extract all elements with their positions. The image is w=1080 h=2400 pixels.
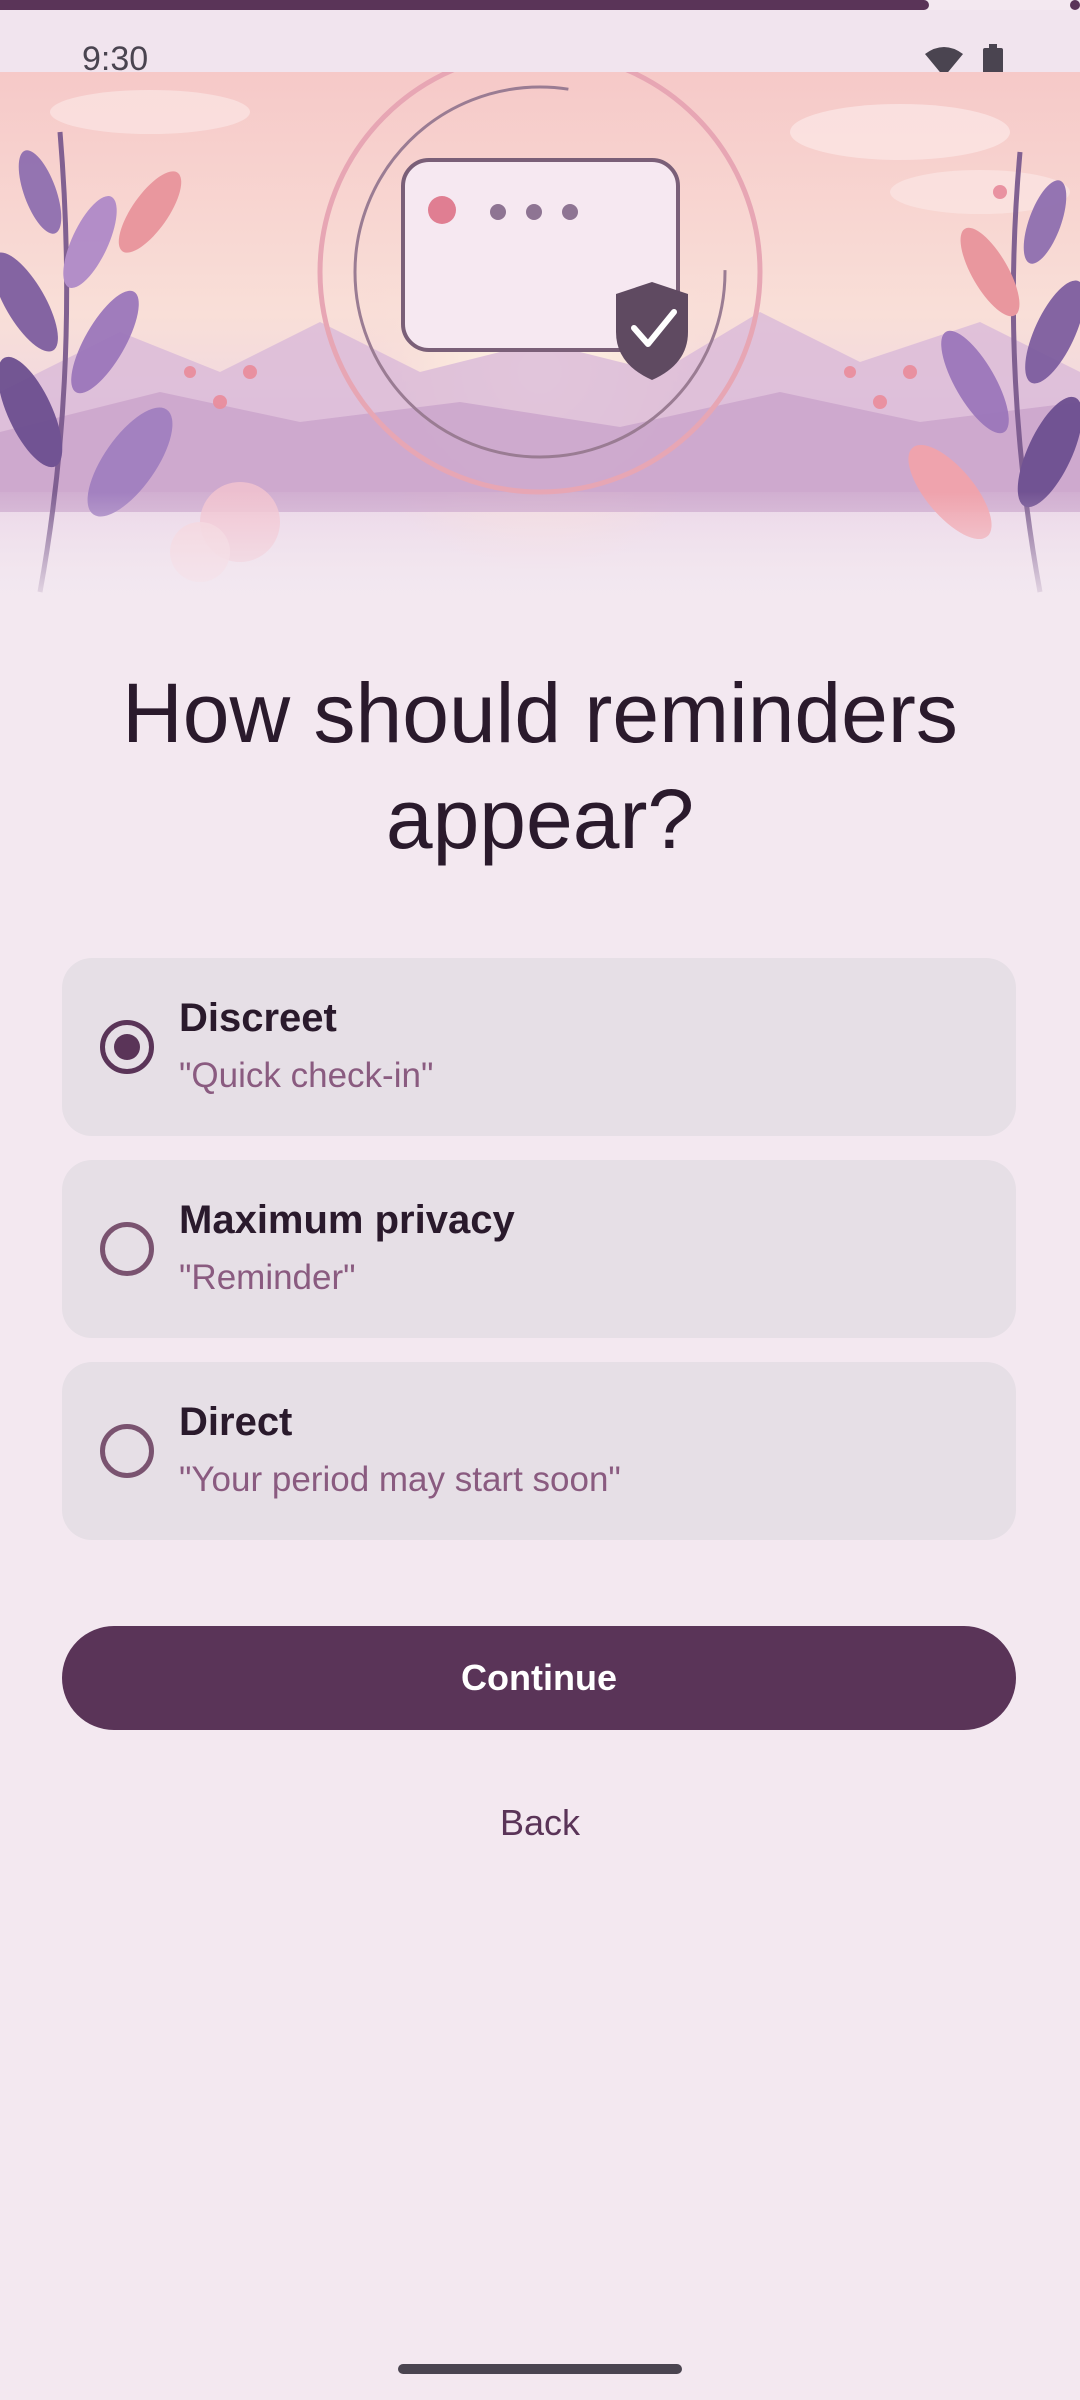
radio-button[interactable]: [100, 1424, 154, 1478]
page-title: How should reminders appear?: [122, 666, 958, 866]
reminder-style-options: Discreet "Quick check-in" Maximum privac…: [62, 958, 1016, 1564]
status-bar: 9:30: [0, 10, 1080, 80]
onboarding-progress-bar: [0, 0, 1080, 10]
option-label: Discreet: [179, 996, 337, 1040]
option-example: "Quick check-in": [179, 1056, 434, 1095]
continue-button[interactable]: Continue: [62, 1626, 1016, 1730]
hero-illustration: [0, 72, 1080, 612]
option-discreet[interactable]: Discreet "Quick check-in": [62, 958, 1016, 1136]
radio-button[interactable]: [100, 1020, 154, 1074]
option-example: "Reminder": [179, 1258, 356, 1297]
progress-fill: [0, 0, 929, 10]
home-indicator[interactable]: [398, 2364, 682, 2374]
option-label: Maximum privacy: [179, 1198, 515, 1242]
progress-end-dot: [1070, 0, 1080, 10]
option-example: "Your period may start soon": [179, 1460, 621, 1499]
option-label: Direct: [179, 1400, 293, 1444]
option-maximum-privacy[interactable]: Maximum privacy "Reminder": [62, 1160, 1016, 1338]
reminder-style-screen: 9:30 How should reminders appear? Discre…: [0, 0, 1080, 2400]
option-direct[interactable]: Direct "Your period may start soon": [62, 1362, 1016, 1540]
radio-button[interactable]: [100, 1222, 154, 1276]
back-button[interactable]: Back: [440, 1802, 640, 1844]
